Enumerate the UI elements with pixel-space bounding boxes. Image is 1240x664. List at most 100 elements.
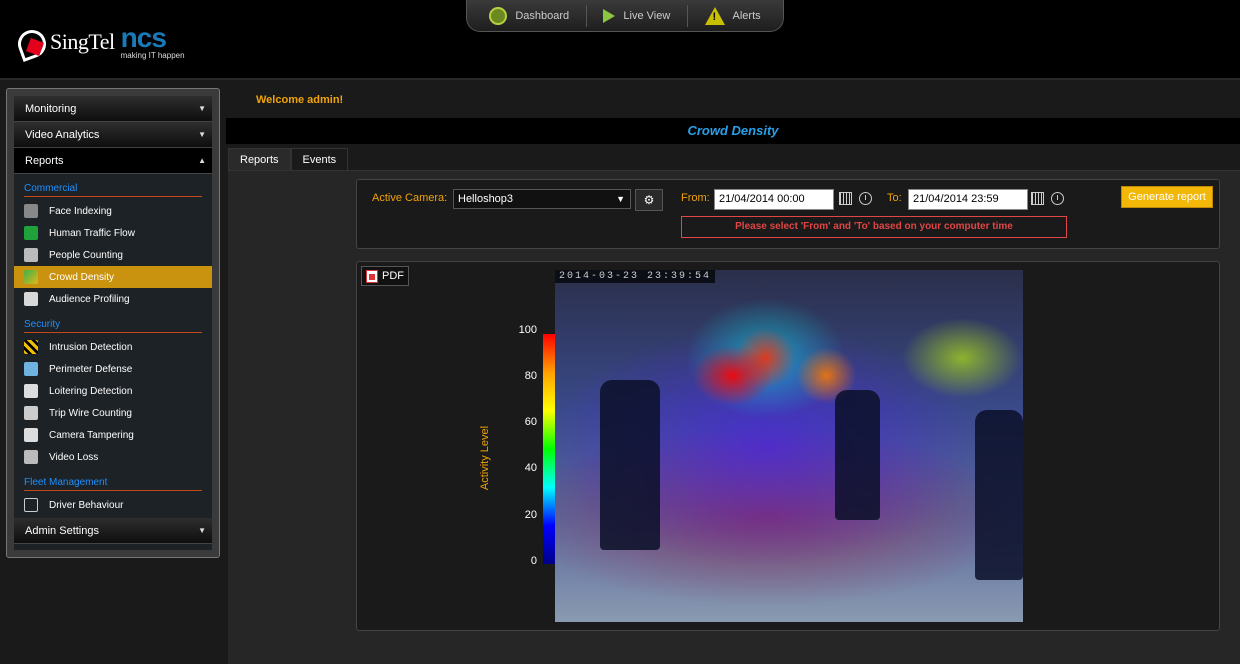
sidebar-item-label: People Counting: [49, 249, 123, 261]
activity-axis-label: Activity Level: [479, 425, 491, 491]
sidebar-item-human-traffic-flow[interactable]: Human Traffic Flow: [14, 222, 212, 244]
section-label: Reports: [25, 154, 64, 167]
sidebar-item-loitering-detection[interactable]: Loitering Detection: [14, 380, 212, 402]
sidebar-item-label: Driver Behaviour: [49, 499, 124, 511]
activity-colorbar: [543, 334, 555, 564]
square-icon: [24, 498, 38, 512]
video-camera-icon: [24, 450, 38, 464]
person-icon: [24, 384, 38, 398]
sidebar-item-face-indexing[interactable]: Face Indexing: [14, 200, 212, 222]
sidebar-item-camera-tampering[interactable]: Camera Tampering: [14, 424, 212, 446]
sidebar-item-intrusion-detection[interactable]: Intrusion Detection: [14, 336, 212, 358]
sidebar-item-perimeter-defense[interactable]: Perimeter Defense: [14, 358, 212, 380]
group-label-commercial: Commercial: [24, 174, 202, 197]
pdf-label: PDF: [382, 270, 404, 282]
exit-icon: [24, 226, 38, 240]
counter-icon: [24, 406, 38, 420]
from-label: From:: [681, 192, 710, 204]
colorbar-tick: 80: [524, 370, 537, 382]
report-panel: PDF Activity Level 100 80 60 40 20 0 201…: [356, 261, 1220, 631]
group-label-fleet: Fleet Management: [24, 468, 202, 491]
singtel-wordmark: SingTel: [50, 29, 115, 54]
colorbar-tick: 0: [530, 555, 537, 567]
sidebar-item-audience-profiling[interactable]: Audience Profiling: [14, 288, 212, 310]
ncs-wordmark: ncs: [120, 21, 167, 53]
pdf-icon: [366, 269, 378, 283]
sidebar-item-driver-behaviour[interactable]: Driver Behaviour: [14, 494, 212, 516]
sidebar-item-video-loss[interactable]: Video Loss: [14, 446, 212, 468]
video-timestamp: 2014-03-23 23:39:54: [555, 270, 716, 283]
from-datetime-input[interactable]: 21/04/2014 00:00: [714, 189, 834, 210]
active-camera-value: Helloshop3: [458, 193, 514, 205]
sidebar-item-label: Crowd Density: [49, 271, 115, 283]
camera-settings-button[interactable]: ⚙: [635, 189, 663, 211]
camera-icon: [24, 428, 38, 442]
alert-icon: !: [704, 6, 725, 25]
person-silhouette: [975, 410, 1023, 580]
sidebar-item-label: Trip Wire Counting: [49, 407, 132, 419]
sidebar-item-label: Camera Tampering: [49, 429, 134, 441]
tab-reports[interactable]: Reports: [228, 148, 291, 170]
welcome-message: Welcome admin!: [256, 94, 344, 106]
nav-dashboard[interactable]: Dashboard: [489, 6, 570, 25]
pdf-export-button[interactable]: PDF: [361, 266, 409, 286]
chevron-up-icon: ▲: [198, 156, 206, 165]
dashboard-icon: [489, 6, 508, 25]
nav-alerts-label: Alerts: [732, 9, 761, 22]
hazard-stripes-icon: [24, 340, 38, 354]
top-nav: Dashboard Live View ! Alerts: [466, 0, 784, 32]
sidebar-item-crowd-density[interactable]: Crowd Density: [14, 266, 212, 288]
nav-live-view[interactable]: Live View: [603, 8, 671, 23]
section-label: Monitoring: [25, 102, 77, 115]
nav-alerts[interactable]: ! Alerts: [704, 6, 761, 25]
chevron-down-icon: ▼: [198, 526, 206, 535]
colorbar-tick: 40: [524, 462, 537, 474]
ncs-logo: ncs making IT happen: [120, 21, 185, 60]
sidebar-section-admin-settings[interactable]: Admin Settings ▼: [14, 518, 212, 544]
nav-live-view-label: Live View: [623, 9, 671, 22]
sidebar-item-label: Video Loss: [49, 451, 99, 463]
crowd-icon: [24, 270, 38, 284]
nav-divider: [686, 4, 688, 27]
sidebar-section-monitoring[interactable]: Monitoring ▼: [14, 96, 212, 122]
play-icon: [603, 8, 616, 23]
singtel-logo-icon: [16, 28, 46, 56]
calendar-icon[interactable]: [1031, 192, 1044, 205]
brand-logo: SingTel ncs making IT happen: [16, 22, 185, 62]
colorbar-tick: 20: [524, 509, 537, 521]
tab-events[interactable]: Events: [290, 148, 349, 170]
clock-icon[interactable]: [859, 192, 872, 205]
gear-icon: ⚙: [643, 193, 655, 207]
sidebar-item-trip-wire-counting[interactable]: Trip Wire Counting: [14, 402, 212, 424]
to-datetime-input[interactable]: 21/04/2014 23:59: [908, 189, 1028, 210]
chevron-down-icon: ▼: [198, 130, 206, 139]
people-icon: [24, 248, 38, 262]
sidebar-item-label: Perimeter Defense: [49, 363, 133, 375]
section-label: Admin Settings: [25, 524, 99, 537]
calendar-icon[interactable]: [839, 192, 852, 205]
active-camera-select[interactable]: Helloshop3 ▼: [453, 189, 631, 209]
sidebar-item-label: Loitering Detection: [49, 385, 133, 397]
sidebar-item-label: Human Traffic Flow: [49, 227, 135, 239]
sidebar-item-label: Audience Profiling: [49, 293, 130, 305]
colorbar-tick: 60: [524, 416, 537, 428]
page-title: Crowd Density: [226, 118, 1240, 144]
tab-bar: Reports Events: [228, 148, 349, 170]
generate-report-button[interactable]: Generate report: [1121, 186, 1213, 208]
face-icon: [24, 204, 38, 218]
section-label: Video Analytics: [25, 128, 100, 141]
clock-icon[interactable]: [1051, 192, 1064, 205]
sidebar-section-reports[interactable]: Reports ▲: [14, 148, 212, 174]
ncs-tagline: making IT happen: [120, 50, 185, 60]
to-label: To:: [887, 192, 902, 204]
group-label-security: Security: [24, 310, 202, 333]
crowd-heatmap-image: 2014-03-23 23:39:54: [555, 270, 1023, 622]
nav-dashboard-label: Dashboard: [515, 9, 570, 22]
colorbar-tick: 100: [518, 324, 537, 336]
filter-panel: Active Camera: Helloshop3 ▼ ⚙ From: 21/0…: [356, 179, 1220, 249]
sidebar-item-people-counting[interactable]: People Counting: [14, 244, 212, 266]
sidebar-item-label: Intrusion Detection: [49, 341, 133, 353]
sidebar: Monitoring ▼ Video Analytics ▼ Reports ▲…: [14, 96, 212, 550]
time-notice: Please select 'From' and 'To' based on y…: [681, 216, 1067, 238]
sidebar-section-video-analytics[interactable]: Video Analytics ▼: [14, 122, 212, 148]
